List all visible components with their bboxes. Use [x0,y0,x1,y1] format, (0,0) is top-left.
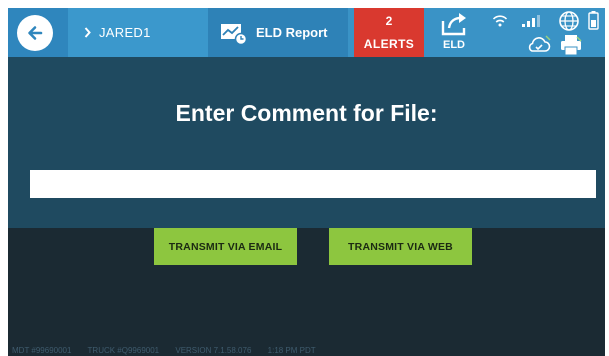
comment-panel [8,57,605,228]
version-text: VERSION 7.1.58.076 [175,346,252,355]
app-window: JARED1 ELD Report 2 ALERTS ELD Enter Com… [8,8,605,356]
cell-signal-icon [522,13,544,32]
eld-report-tab[interactable]: ELD Report [208,8,348,57]
share-icon [440,11,470,42]
battery-icon [588,11,599,35]
top-bar: JARED1 ELD Report 2 ALERTS ELD [8,8,605,57]
status-area [482,8,605,57]
screen-title: ELD Report [256,25,328,40]
truck-number: TRUCK #Q9969001 [87,346,160,355]
driver-selector[interactable]: JARED1 [68,8,208,57]
mdt-number: MDT #99690001 [12,346,72,355]
alerts-count: 2 [385,14,393,28]
eld-label: ELD [443,39,465,51]
report-icon [220,21,248,45]
driver-name: JARED1 [99,25,151,40]
alerts-label: ALERTS [363,37,415,51]
footer-status: MDT #99690001 TRUCK #Q9969001 VERSION 7.… [12,346,330,355]
back-arrow-icon [28,26,43,40]
transmit-email-button[interactable]: TRANSMIT VIA EMAIL [154,228,297,265]
comment-input[interactable] [30,170,596,198]
transmit-web-button[interactable]: TRANSMIT VIA WEB [329,228,472,265]
back-zone [8,8,68,57]
comment-prompt: Enter Comment for File: [175,100,438,126]
eld-button[interactable]: ELD [428,8,480,57]
globe-icon [558,10,580,37]
alerts-button[interactable]: 2 ALERTS [354,8,424,57]
time-text: 1:18 PM PDT [267,346,316,355]
back-button[interactable] [17,15,53,51]
chevron-right-icon [84,27,91,38]
wifi-icon [492,14,508,32]
